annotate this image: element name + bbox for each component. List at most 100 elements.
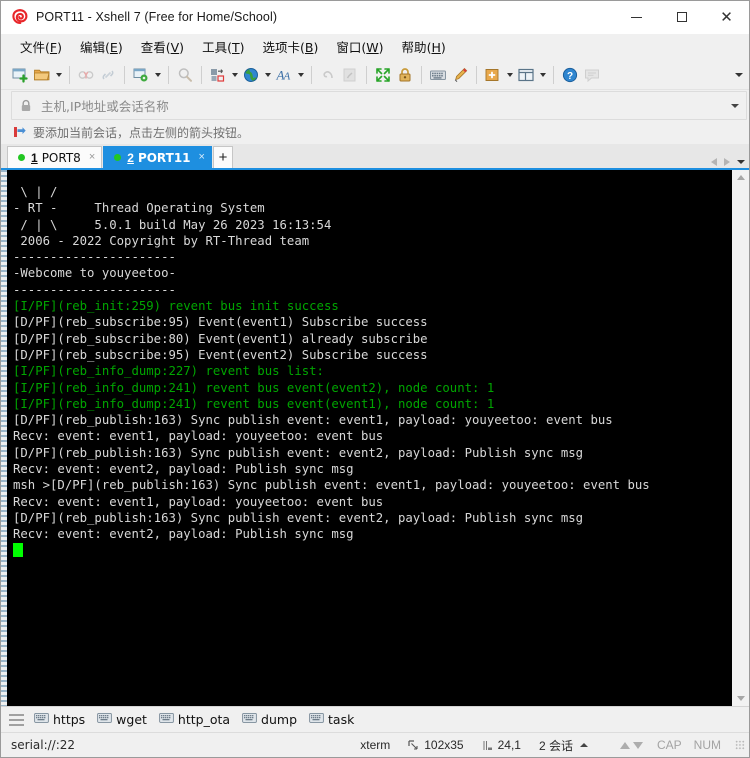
status-bar: serial://:22 xterm 102x35 24,1 2 会话 CAP … [1, 732, 749, 757]
status-terminal-size: 102x35 [408, 738, 464, 752]
xshell-spiral-logo-icon [11, 8, 29, 26]
terminal-line: [D/PF](reb_subscribe:95) Event(event1) S… [13, 315, 428, 330]
tab-port11-close-icon[interactable]: × [199, 152, 205, 163]
menu-file[interactable]: 文件(F) [11, 34, 71, 59]
window-controls: ✕ [614, 1, 749, 33]
minimize-button[interactable] [614, 1, 659, 33]
keyboard-icon [159, 712, 174, 727]
reconnect-link-icon[interactable] [97, 64, 119, 86]
lock-gold-icon[interactable] [394, 64, 416, 86]
toolbar-separator [421, 65, 422, 84]
layout-transfer-dropdown-icon[interactable] [229, 64, 240, 86]
quick-command-dump[interactable]: dump [242, 712, 297, 727]
terminal-line: Recv: event: event2, payload: Publish sy… [13, 527, 354, 542]
font-dropdown-icon[interactable] [295, 64, 306, 86]
keyboard-icon[interactable] [427, 64, 449, 86]
menu-file-accel: F [49, 40, 58, 55]
menu-window[interactable]: 窗口(W) [327, 34, 392, 59]
status-sessions-chevron-up-icon[interactable] [579, 743, 588, 747]
toolbar-overflow-icon[interactable] [735, 60, 743, 89]
help-icon[interactable]: ? [559, 64, 581, 86]
scroll-up-button[interactable] [732, 170, 749, 185]
globe-icon[interactable] [240, 64, 262, 86]
add-folder-icon[interactable] [482, 64, 504, 86]
menu-edit-accel: E [109, 40, 118, 55]
globe-dropdown-icon[interactable] [262, 64, 273, 86]
tab-list-chevron-down-icon[interactable] [737, 160, 745, 164]
open-folder-dropdown-icon[interactable] [53, 64, 64, 86]
window-title: PORT11 - Xshell 7 (Free for Home/School) [36, 10, 278, 24]
tab-port11-index: 2 [127, 150, 134, 165]
menu-tools[interactable]: 工具(T) [193, 34, 253, 59]
quick-command-wget-label: wget [116, 712, 147, 727]
terminal-line: [I/PF](reb_init:259) revent bus init suc… [13, 299, 339, 314]
paste-icon[interactable] [339, 64, 361, 86]
quick-command-http-ota-label: http_ota [177, 712, 231, 727]
address-input[interactable]: 主机,IP地址或会话名称 [41, 96, 169, 115]
layout-transfer-icon[interactable] [207, 64, 229, 86]
status-terminal-size-label: 102x35 [424, 738, 464, 752]
hamburger-icon[interactable] [9, 713, 24, 726]
undo-icon[interactable] [317, 64, 339, 86]
tab-status-dot-icon [114, 154, 122, 161]
terminal-area: \ | / - RT - Thread Operating System / |… [1, 168, 749, 706]
tab-port8-label: PORT8 [41, 150, 81, 165]
quick-command-https[interactable]: https [34, 712, 85, 727]
terminal-size-icon [408, 739, 419, 751]
menu-tab[interactable]: 选项卡(B) [254, 34, 328, 59]
fullscreen-icon[interactable] [372, 64, 394, 86]
status-term-type: xterm [360, 738, 390, 752]
terminal-line: [I/PF](reb_info_dump:227) revent bus lis… [13, 364, 324, 379]
address-dropdown-icon[interactable] [731, 104, 739, 108]
session-properties-dropdown-icon[interactable] [152, 64, 163, 86]
close-button[interactable]: ✕ [704, 1, 749, 33]
search-icon[interactable] [174, 64, 196, 86]
chat-icon[interactable] [581, 64, 603, 86]
maximize-button[interactable] [659, 1, 704, 33]
terminal-line: Recv: event: event1, payload: youyeetoo:… [13, 494, 384, 509]
quick-command-http-ota[interactable]: http_ota [159, 712, 230, 727]
terminal-output[interactable]: \ | / - RT - Thread Operating System / |… [7, 170, 731, 706]
tab-port8-index: 1 [31, 150, 38, 165]
add-folder-dropdown-icon[interactable] [504, 64, 515, 86]
terminal-line: - RT - Thread Operating System [13, 201, 265, 216]
quick-command-task[interactable]: task [309, 712, 354, 727]
new-session-icon[interactable] [9, 64, 31, 86]
menu-edit[interactable]: 编辑(E) [71, 34, 132, 59]
tab-port8-close-icon[interactable]: × [89, 152, 95, 163]
quick-command-bar: https wget http_ota dump task [1, 706, 749, 732]
quick-command-wget[interactable]: wget [97, 712, 147, 727]
menu-help[interactable]: 帮助(H) [393, 34, 455, 59]
disconnect-icon[interactable] [75, 64, 97, 86]
new-tab-button[interactable]: + [212, 146, 233, 168]
title-bar: PORT11 - Xshell 7 (Free for Home/School)… [1, 1, 749, 34]
menu-tab-accel: B [304, 40, 314, 55]
chevron-left-icon[interactable] [711, 158, 717, 166]
chevron-right-icon[interactable] [724, 158, 730, 166]
tab-port11-label: PORT11 [137, 150, 191, 165]
terminal-cursor [13, 542, 23, 557]
toolbar-separator [201, 65, 202, 84]
split-layout-icon[interactable] [515, 64, 537, 86]
terminal-scrollbar[interactable] [731, 170, 749, 706]
toolbar-separator [69, 65, 70, 84]
toolbar-separator [553, 65, 554, 84]
highlight-pen-icon[interactable] [449, 64, 471, 86]
resize-grip-icon[interactable] [735, 740, 745, 750]
menu-view[interactable]: 查看(V) [132, 34, 193, 59]
open-folder-icon[interactable] [31, 64, 53, 86]
tab-port11[interactable]: 2 PORT11 × [103, 146, 212, 168]
scroll-down-icon [736, 696, 745, 701]
split-layout-dropdown-icon[interactable] [537, 64, 548, 86]
status-cursor-position: 24,1 [482, 738, 521, 752]
address-bar[interactable]: 主机,IP地址或会话名称 [11, 91, 747, 120]
terminal-line: Recv: event: event1, payload: youyeetoo:… [13, 429, 384, 444]
scroll-down-button[interactable] [732, 691, 749, 706]
status-cursor-position-label: 24,1 [497, 738, 521, 752]
font-icon[interactable]: A A [273, 64, 295, 86]
terminal-line: [I/PF](reb_info_dump:241) revent bus eve… [13, 380, 495, 395]
status-sessions[interactable]: 2 会话 [539, 737, 602, 754]
tab-port8[interactable]: 1 PORT8 × [7, 146, 103, 168]
session-properties-icon[interactable] [130, 64, 152, 86]
svg-text:A: A [283, 70, 291, 82]
